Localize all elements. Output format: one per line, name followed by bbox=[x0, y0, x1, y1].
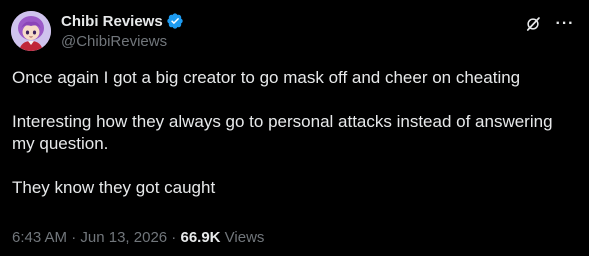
display-name[interactable]: Chibi Reviews bbox=[61, 13, 163, 30]
tweet-paragraph: They know they got caught bbox=[12, 178, 216, 197]
tweet-card: Chibi Reviews @ChibiReviews ··· Once aga… bbox=[0, 0, 589, 256]
tweet-text: Once again I got a big creator to go mas… bbox=[12, 67, 577, 199]
views-count[interactable]: 66.9K bbox=[180, 229, 220, 246]
avatar[interactable] bbox=[11, 11, 51, 51]
tweet-paragraph: Interesting how they always go to person… bbox=[12, 112, 553, 153]
meta-separator: · bbox=[67, 229, 81, 246]
tweet-paragraph: Once again I got a big creator to go mas… bbox=[12, 68, 521, 87]
tweet-time[interactable]: 6:43 AM bbox=[12, 229, 67, 246]
tweet-date[interactable]: Jun 13, 2026 bbox=[80, 229, 167, 246]
tweet-meta: 6:43 AM · Jun 13, 2026 · 66.9K Views bbox=[12, 228, 264, 248]
meta-separator: · bbox=[167, 229, 181, 246]
name-row: Chibi Reviews bbox=[61, 11, 184, 31]
author-handle[interactable]: @ChibiReviews bbox=[61, 32, 184, 52]
avatar-image bbox=[11, 11, 51, 51]
grok-slash-icon[interactable] bbox=[523, 14, 543, 34]
author-block: Chibi Reviews @ChibiReviews bbox=[61, 11, 184, 52]
tweet-actions: ··· bbox=[523, 14, 575, 34]
more-dots-icon[interactable]: ··· bbox=[555, 14, 575, 34]
verified-badge-icon[interactable] bbox=[166, 12, 184, 30]
views-label: Views bbox=[220, 229, 265, 246]
